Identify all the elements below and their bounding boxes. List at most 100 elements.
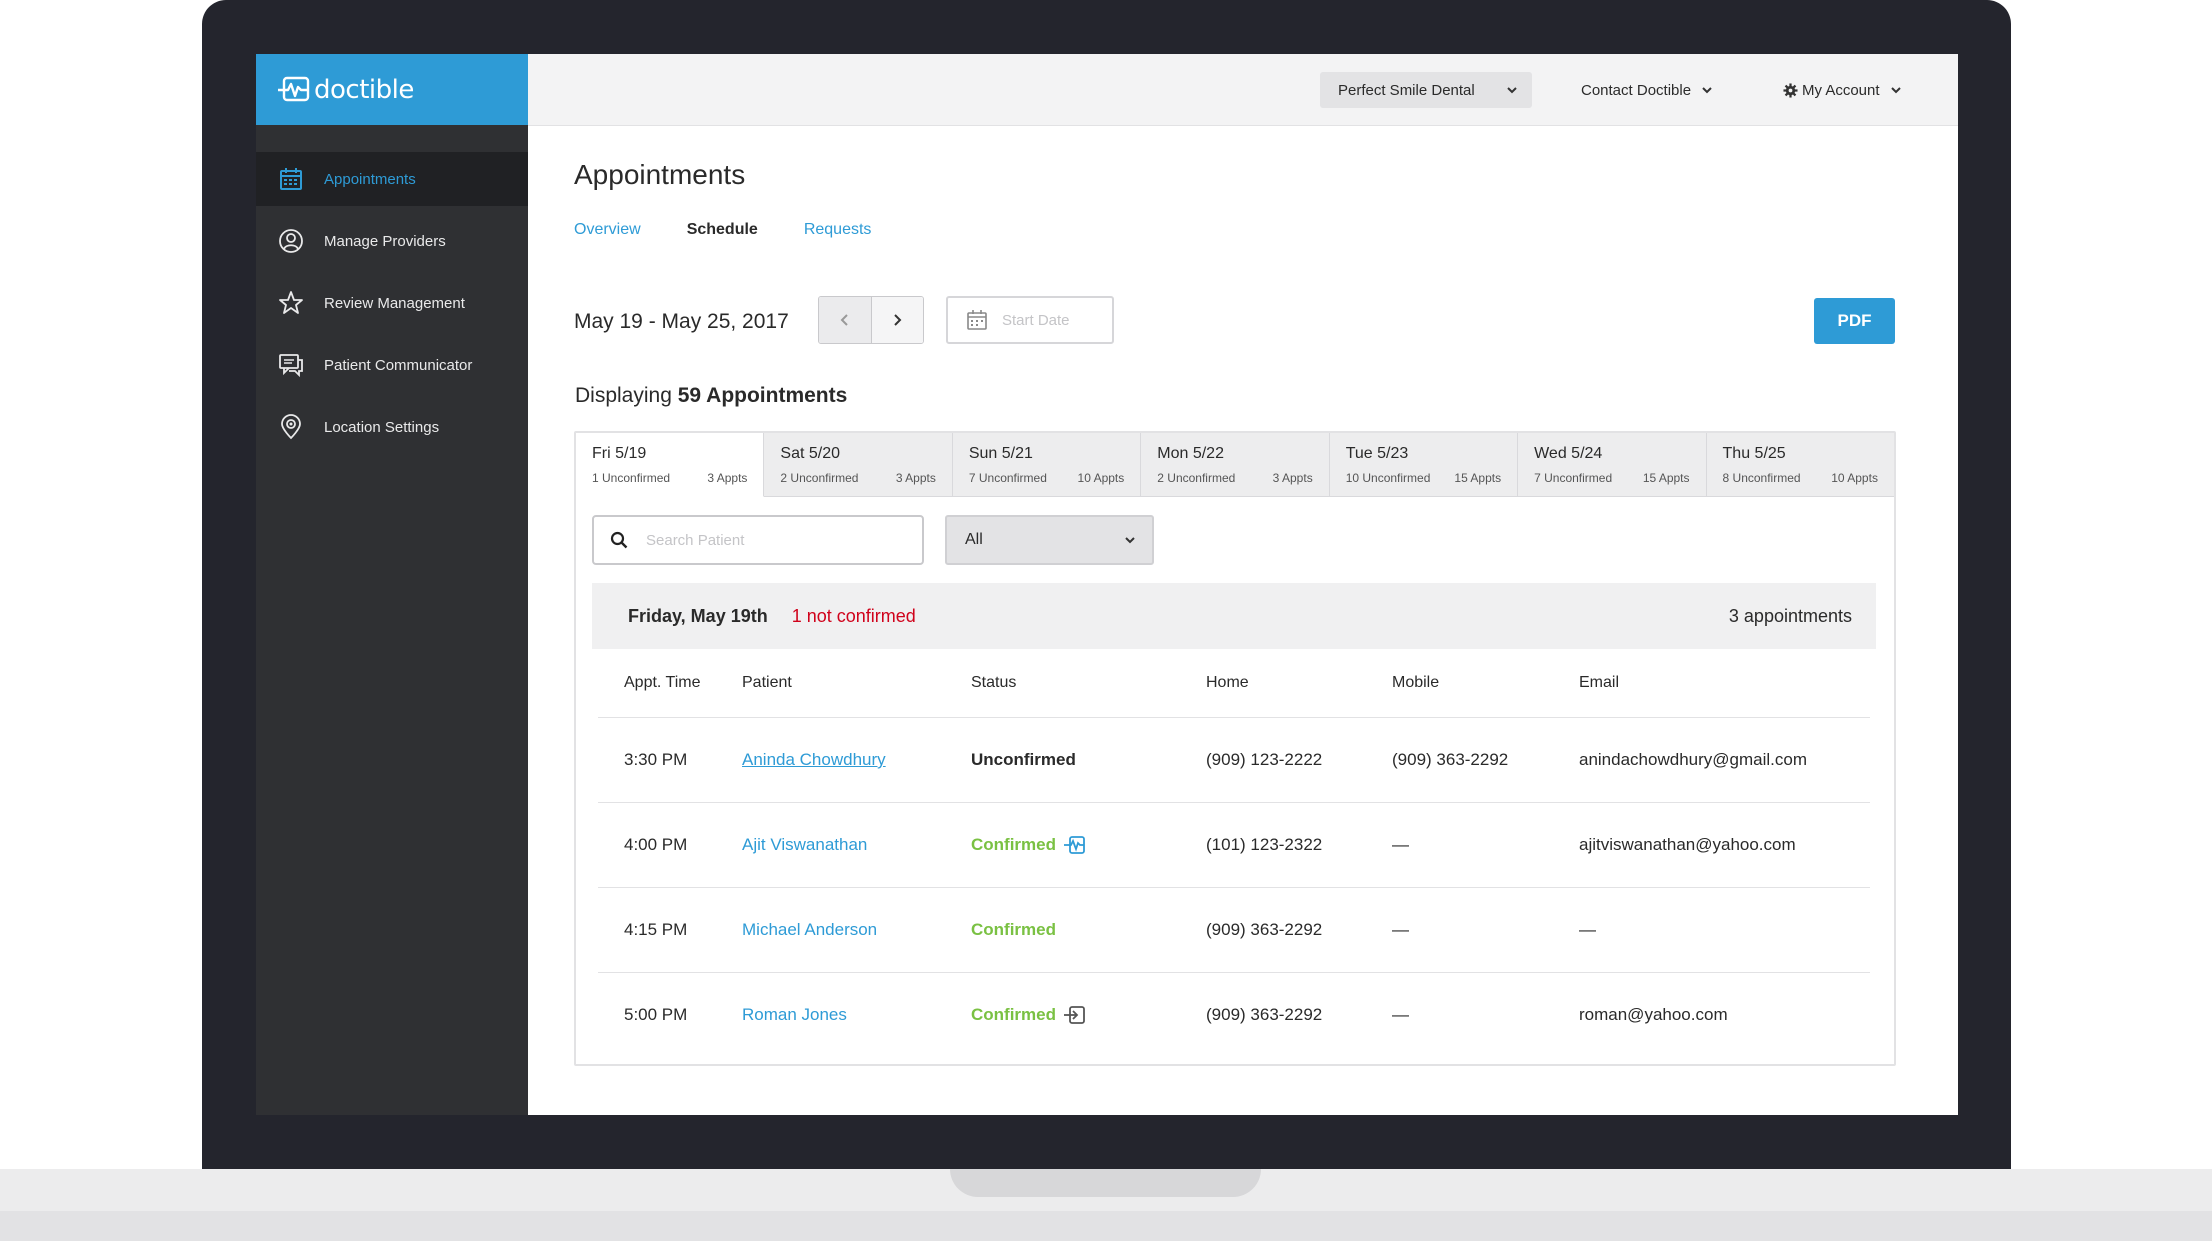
search-patient-input[interactable]: Search Patient <box>592 515 924 565</box>
sign-in-icon[interactable] <box>1064 1005 1086 1025</box>
day-appts: 15 Appts <box>1643 471 1690 485</box>
sidebar-item-manage-providers[interactable]: Manage Providers <box>256 214 528 268</box>
home-phone: (101) 123-2322 <box>1206 803 1392 888</box>
start-date-placeholder: Start Date <box>1002 312 1070 329</box>
previous-week-button[interactable] <box>819 297 871 343</box>
tab-schedule[interactable]: Schedule <box>687 221 758 239</box>
appt-time: 4:00 PM <box>598 803 742 888</box>
email: anindachowdhury@gmail.com <box>1579 718 1870 803</box>
status-confirmed: Confirmed <box>971 835 1086 855</box>
next-week-button[interactable] <box>871 297 924 343</box>
mobile-phone: — <box>1392 803 1579 888</box>
sidebar-item-label: Patient Communicator <box>324 357 472 374</box>
day-tab-sat[interactable]: Sat 5/20 2 Unconfirmed 3 Appts <box>764 433 952 497</box>
day-tab-fri[interactable]: Fri 5/19 1 Unconfirmed 3 Appts <box>576 433 764 497</box>
day-appts: 3 Appts <box>1273 471 1313 485</box>
sidebar-item-label: Location Settings <box>324 419 439 436</box>
day-name: Sun 5/21 <box>969 445 1140 463</box>
doctible-logo-icon <box>278 73 312 107</box>
sidebar-item-review-management[interactable]: Review Management <box>256 276 528 330</box>
main-content: Appointments Overview Schedule Requests … <box>574 125 1958 1115</box>
day-name: Fri 5/19 <box>592 445 763 463</box>
view-tabs: Overview Schedule Requests <box>574 221 917 239</box>
appt-time: 4:15 PM <box>598 888 742 973</box>
appt-time: 3:30 PM <box>598 718 742 803</box>
patient-link[interactable]: Michael Anderson <box>742 920 877 939</box>
laptop-notch <box>950 1169 1261 1197</box>
day-name: Wed 5/24 <box>1534 445 1705 463</box>
sidebar-item-appointments[interactable]: Appointments <box>256 152 528 206</box>
mobile-phone: (909) 363-2292 <box>1392 718 1579 803</box>
col-header-email: Email <box>1579 649 1870 718</box>
chat-bubbles-icon <box>278 352 304 378</box>
pdf-button[interactable]: PDF <box>1814 298 1895 344</box>
status-filter-select[interactable]: All <box>945 515 1154 565</box>
patient-link[interactable]: Roman Jones <box>742 1005 847 1024</box>
status-confirmed: Confirmed <box>971 1005 1086 1025</box>
contact-menu[interactable]: Contact Doctible <box>1581 72 1713 108</box>
location-pin-icon <box>278 414 304 440</box>
day-summary-count: 3 appointments <box>1729 606 1852 627</box>
home-phone: (909) 123-2222 <box>1206 718 1392 803</box>
chevron-down-icon <box>1506 84 1518 96</box>
day-appts: 3 Appts <box>896 471 936 485</box>
table-row: 4:15 PM Michael Anderson Confirmed (909)… <box>598 888 1870 973</box>
brand-logo[interactable]: doctible <box>256 54 528 125</box>
tab-requests[interactable]: Requests <box>804 221 872 239</box>
day-unconfirmed: 2 Unconfirmed <box>780 471 858 485</box>
status-text: Confirmed <box>971 835 1056 855</box>
displaying-prefix: Displaying <box>575 384 672 407</box>
user-circle-icon <box>278 228 304 254</box>
day-tab-mon[interactable]: Mon 5/22 2 Unconfirmed 3 Appts <box>1141 433 1329 497</box>
week-pager <box>818 296 924 344</box>
doctible-confirmation-icon[interactable] <box>1064 835 1086 855</box>
home-phone: (909) 363-2292 <box>1206 888 1392 973</box>
day-summary-header: Friday, May 19th 1 not confirmed 3 appoi… <box>592 583 1876 649</box>
sidebar: doctible Appointments Manage <box>256 54 528 1115</box>
date-range-label: May 19 - May 25, 2017 <box>574 310 789 334</box>
day-summary-date: Friday, May 19th <box>628 606 768 627</box>
appointment-count: Displaying 59 Appointments <box>575 384 847 408</box>
mobile-phone: — <box>1392 973 1579 1058</box>
status-text: Confirmed <box>971 920 1056 940</box>
col-header-time: Appt. Time <box>598 649 742 718</box>
patient-link[interactable]: Ajit Viswanathan <box>742 835 867 854</box>
table-header-row: Appt. Time Patient Status Home Mobile Em… <box>598 649 1870 718</box>
day-appts: 10 Appts <box>1831 471 1878 485</box>
day-appts: 3 Appts <box>707 471 747 485</box>
sidebar-item-patient-communicator[interactable]: Patient Communicator <box>256 338 528 392</box>
day-summary-unconfirmed: 1 not confirmed <box>792 606 916 627</box>
col-header-status: Status <box>971 649 1206 718</box>
day-tab-tue[interactable]: Tue 5/23 10 Unconfirmed 15 Appts <box>1330 433 1518 497</box>
status-filter-value: All <box>965 531 983 549</box>
email: ajitviswanathan@yahoo.com <box>1579 803 1870 888</box>
day-unconfirmed: 10 Unconfirmed <box>1346 471 1431 485</box>
day-tab-sun[interactable]: Sun 5/21 7 Unconfirmed 10 Appts <box>953 433 1141 497</box>
col-header-mobile: Mobile <box>1392 649 1579 718</box>
account-menu[interactable]: My Account <box>1783 72 1902 108</box>
day-unconfirmed: 1 Unconfirmed <box>592 471 670 485</box>
brand-name: doctible <box>314 75 414 105</box>
table-row: 5:00 PM Roman Jones Confirmed <box>598 973 1870 1058</box>
top-bar: Perfect Smile Dental Contact Doctible My… <box>528 54 1958 126</box>
practice-selector[interactable]: Perfect Smile Dental <box>1320 72 1532 108</box>
day-name: Tue 5/23 <box>1346 445 1517 463</box>
star-icon <box>278 290 304 316</box>
tab-overview[interactable]: Overview <box>574 221 641 239</box>
sidebar-item-label: Manage Providers <box>324 233 446 250</box>
day-appts: 15 Appts <box>1454 471 1501 485</box>
sidebar-item-label: Appointments <box>324 171 416 188</box>
start-date-input[interactable]: Start Date <box>946 296 1114 344</box>
day-name: Sat 5/20 <box>780 445 951 463</box>
patient-link[interactable]: Aninda Chowdhury <box>742 750 886 769</box>
table-row: 3:30 PM Aninda Chowdhury Unconfirmed (90… <box>598 718 1870 803</box>
day-tab-thu[interactable]: Thu 5/25 8 Unconfirmed 10 Appts <box>1707 433 1894 497</box>
contact-label: Contact Doctible <box>1581 82 1691 99</box>
day-tab-wed[interactable]: Wed 5/24 7 Unconfirmed 15 Appts <box>1518 433 1706 497</box>
day-appts: 10 Appts <box>1078 471 1125 485</box>
sidebar-item-location-settings[interactable]: Location Settings <box>256 400 528 454</box>
email: roman@yahoo.com <box>1579 973 1870 1058</box>
status-text: Unconfirmed <box>971 750 1076 769</box>
chevron-left-icon <box>838 313 852 327</box>
day-name: Mon 5/22 <box>1157 445 1328 463</box>
